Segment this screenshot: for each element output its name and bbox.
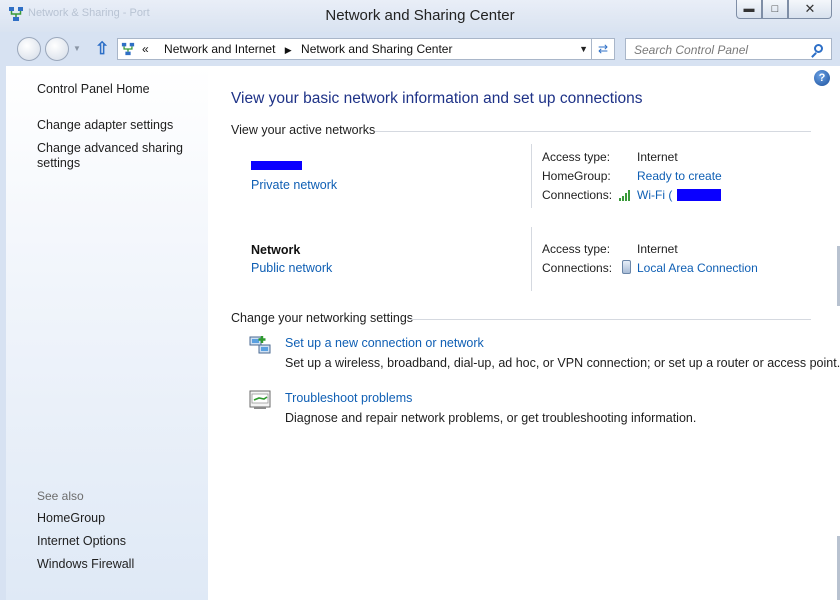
redacted-network-name [251, 161, 302, 170]
connections-label: Connections: [542, 188, 613, 202]
troubleshoot-problems-link[interactable]: Troubleshoot problems [285, 391, 412, 405]
breadcrumb-separator-icon[interactable]: ▶ [285, 45, 292, 55]
active-networks-header: View your active networks [231, 123, 376, 137]
breadcrumb-network-and-sharing-center[interactable]: Network and Sharing Center [301, 42, 452, 56]
refresh-icon: ⇄ [597, 42, 609, 56]
control-panel-icon [121, 42, 135, 56]
redacted-ssid [677, 189, 721, 201]
recent-pages-dropdown-icon[interactable]: ▼ [73, 44, 81, 53]
forward-button[interactable] [45, 37, 69, 61]
windows-firewall-link[interactable]: Windows Firewall [37, 557, 134, 571]
section-divider [375, 131, 811, 132]
access-type-label: Access type: [542, 150, 611, 164]
homegroup-ready-to-create-link[interactable]: Ready to create [637, 169, 722, 183]
private-network-link[interactable]: Private network [251, 178, 337, 192]
local-area-connection-link[interactable]: Local Area Connection [637, 261, 758, 275]
refresh-button[interactable]: ⇄ [591, 39, 614, 59]
network-name: Network [251, 243, 301, 257]
maximize-icon: □ [771, 3, 779, 15]
address-bar[interactable]: « Network and Internet ▶ Network and Sha… [117, 38, 615, 60]
maximize-button[interactable]: □ [762, 0, 788, 19]
control-panel-home-link[interactable]: Control Panel Home [37, 82, 150, 96]
access-type-value: Internet [637, 150, 678, 164]
breadcrumb: « Network and Internet ▶ Network and Sha… [142, 42, 452, 56]
network-details-divider [531, 144, 532, 208]
troubleshoot-icon [249, 390, 271, 409]
networking-settings-header: Change your networking settings [231, 311, 414, 325]
main-content: ? View your basic network information an… [208, 66, 840, 600]
close-icon: ✕ [804, 1, 816, 16]
homegroup-link[interactable]: HomeGroup [37, 511, 105, 525]
see-also-label: See also [37, 489, 84, 503]
minimize-button[interactable]: ▬ [736, 0, 762, 19]
up-one-level-icon[interactable]: ⇧ [95, 39, 109, 59]
ethernet-adapter-icon [622, 260, 631, 274]
search-icon[interactable] [814, 44, 823, 53]
network-details-divider [531, 227, 532, 291]
page-title: View your basic network information and … [231, 90, 643, 107]
wifi-signal-icon [619, 189, 633, 201]
title-bar: Network & Sharing - Port Network and Sha… [0, 0, 840, 32]
access-type-label: Access type: [542, 242, 611, 256]
public-network-link[interactable]: Public network [251, 261, 332, 275]
network-setup-icon [249, 336, 271, 354]
close-button[interactable]: ✕ [788, 0, 832, 19]
address-dropdown-icon[interactable]: ▼ [579, 44, 588, 54]
search-box[interactable] [625, 38, 832, 60]
change-advanced-sharing-settings-link[interactable]: Change advanced sharing settings [37, 141, 187, 171]
minimize-icon: ▬ [743, 3, 755, 15]
setup-new-connection-description: Set up a wireless, broadband, dial-up, a… [285, 356, 840, 370]
window-title: Network and Sharing Center [325, 7, 515, 24]
internet-options-link[interactable]: Internet Options [37, 534, 126, 548]
navigation-bar: ▼ ⇧ « Network and Internet ▶ Network and… [0, 32, 840, 66]
troubleshoot-problems-description: Diagnose and repair network problems, or… [285, 411, 697, 425]
back-button[interactable] [17, 37, 41, 61]
change-adapter-settings-link[interactable]: Change adapter settings [37, 118, 173, 132]
access-type-value: Internet [637, 242, 678, 256]
breadcrumb-network-and-internet[interactable]: Network and Internet [164, 42, 275, 56]
setup-new-connection-link[interactable]: Set up a new connection or network [285, 336, 484, 350]
breadcrumb-overflow[interactable]: « [142, 42, 149, 56]
help-icon[interactable]: ? [814, 70, 830, 86]
connections-label: Connections: [542, 261, 613, 275]
caption-buttons: ▬ □ ✕ [736, 0, 832, 19]
control-panel-window: Network & Sharing - Port Network and Sha… [0, 0, 840, 600]
section-divider [410, 319, 811, 320]
wifi-connection-link[interactable]: Wi-Fi ( [637, 188, 672, 202]
left-task-pane: Control Panel Home Change adapter settin… [0, 66, 208, 600]
search-input[interactable] [632, 42, 806, 58]
homegroup-label: HomeGroup: [542, 169, 611, 183]
